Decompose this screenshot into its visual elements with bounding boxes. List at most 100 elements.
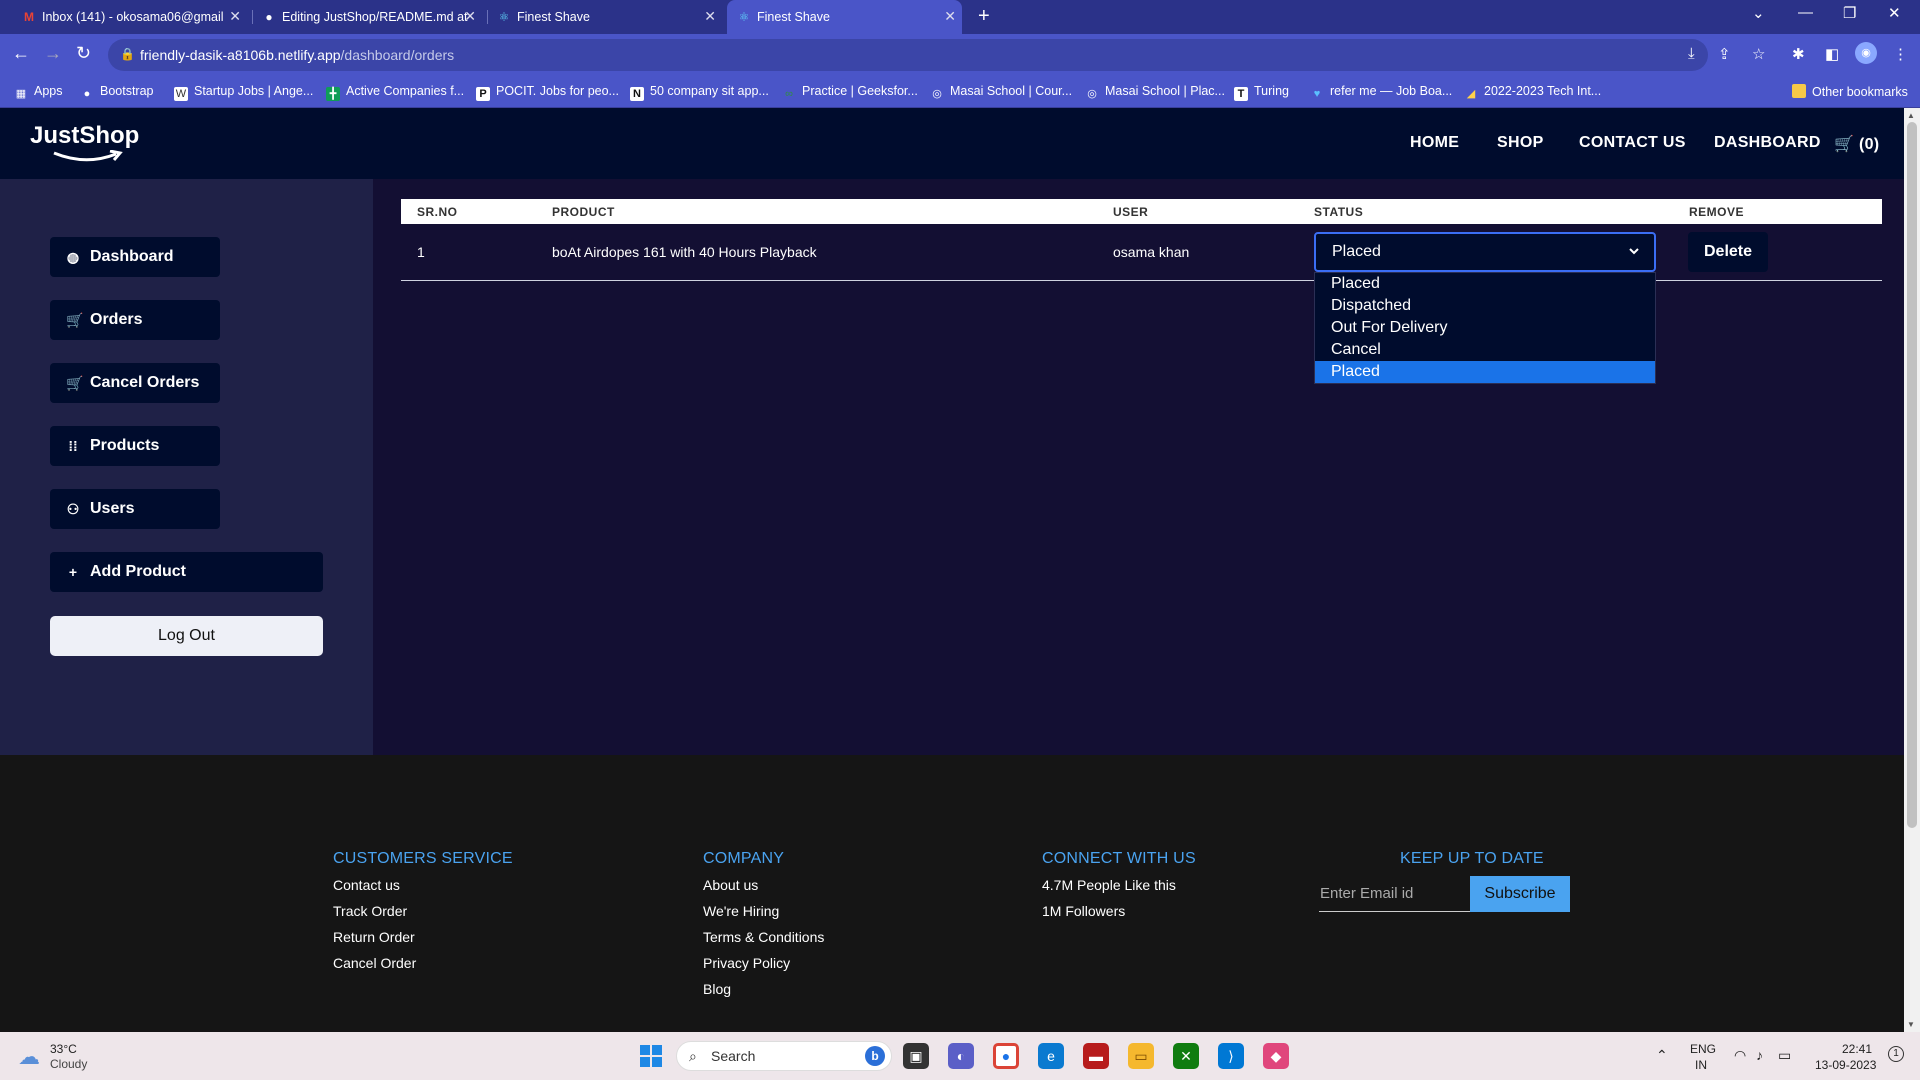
subscribe-button[interactable]: Subscribe [1470, 876, 1570, 912]
bing-icon[interactable]: b [865, 1046, 885, 1066]
bookmark-startup-jobs[interactable]: W Startup Jobs | Ange... [174, 84, 313, 101]
close-tab-icon[interactable]: ✕ [704, 8, 716, 25]
xbox-icon[interactable]: ✕ [1173, 1043, 1199, 1069]
forward-arrow-icon[interactable]: → [44, 43, 62, 64]
tab-github-readme[interactable]: ● Editing JustShop/README.md at ✕ [262, 0, 482, 34]
minimize-icon[interactable]: — [1798, 4, 1813, 21]
language-eng[interactable]: ENG [1690, 1042, 1716, 1056]
notification-badge[interactable]: 1 [1888, 1046, 1904, 1062]
bookmark-bootstrap[interactable]: ● Bootstrap [80, 84, 154, 101]
volume-icon[interactable]: ♪ [1756, 1047, 1763, 1063]
sidebar-item-label: Products [90, 437, 160, 454]
bookmark-tech-internships[interactable]: ◢ 2022-2023 Tech Int... [1464, 84, 1601, 101]
reload-icon[interactable]: ↻ [76, 43, 91, 64]
restore-icon[interactable]: ❐ [1843, 4, 1856, 22]
back-arrow-icon[interactable]: ← [12, 43, 30, 64]
close-window-icon[interactable]: ✕ [1888, 4, 1901, 22]
cloud-weather-icon[interactable]: ☁ [18, 1044, 40, 1070]
bookmark-apps[interactable]: ▦ Apps [14, 84, 63, 101]
bookmark-refer-me[interactable]: ♥ refer me — Job Boa... [1310, 84, 1453, 101]
status-option-cancel[interactable]: Cancel [1315, 339, 1655, 361]
footer-link-about-us[interactable]: About us [703, 877, 758, 893]
status-option-out-for-delivery[interactable]: Out For Delivery [1315, 317, 1655, 339]
bookmark-masai-courses[interactable]: ◎ Masai School | Cour... [930, 84, 1072, 101]
footer-link-track-order[interactable]: Track Order [333, 903, 407, 919]
nav-cart[interactable]: 🛒 (0) [1834, 134, 1879, 154]
delete-order-button[interactable]: Delete [1688, 232, 1768, 272]
bookmark-pocit[interactable]: P POCIT. Jobs for peo... [476, 84, 619, 101]
weather-description[interactable]: Cloudy [50, 1057, 87, 1071]
footer-link-terms[interactable]: Terms & Conditions [703, 929, 824, 945]
footer-link-privacy[interactable]: Privacy Policy [703, 955, 790, 971]
close-tab-icon[interactable]: ✕ [464, 8, 476, 25]
newsletter-email-input[interactable]: Enter Email id [1319, 876, 1470, 912]
clock-time[interactable]: 22:41 [1842, 1042, 1872, 1056]
file-explorer-icon[interactable]: ▭ [1128, 1043, 1154, 1069]
bookmark-geeksforgeeks[interactable]: ∞ Practice | Geeksfor... [782, 84, 918, 101]
app-red-icon[interactable]: ▬ [1083, 1043, 1109, 1069]
sidebar-item-cancel-orders[interactable]: 🛒 Cancel Orders [50, 363, 220, 403]
clock-date[interactable]: 13-09-2023 [1815, 1058, 1876, 1072]
bookmark-masai-placement[interactable]: ◎ Masai School | Plac... [1085, 84, 1225, 101]
scroll-up-arrow-icon[interactable]: ▲ [1907, 111, 1915, 120]
side-panel-icon[interactable]: ◧ [1825, 45, 1839, 63]
bookmark-active-companies[interactable]: ╋ Active Companies f... [326, 84, 464, 101]
footer-link-hiring[interactable]: We're Hiring [703, 903, 779, 919]
bookmark-label: Bootstrap [100, 84, 154, 98]
extensions-puzzle-icon[interactable]: ✱ [1792, 45, 1805, 63]
teams-chat-icon[interactable]: ◐ [948, 1043, 974, 1069]
weather-temperature[interactable]: 33°C [50, 1042, 77, 1056]
sidebar-item-users[interactable]: ⚇ Users [50, 489, 220, 529]
site-footer [0, 755, 1904, 1032]
tab-search-chevron-icon[interactable]: ⌄ [1752, 4, 1765, 22]
status-option-placed[interactable]: Placed [1315, 273, 1655, 295]
bookmark-50-company[interactable]: N 50 company sit app... [630, 84, 769, 101]
new-tab-icon[interactable]: + [978, 5, 990, 28]
edge-icon[interactable]: e [1038, 1043, 1064, 1069]
sidebar-item-orders[interactable]: 🛒 Orders [50, 300, 220, 340]
sidebar-item-add-product[interactable]: + Add Product [50, 552, 323, 592]
status-select[interactable]: Placed [1314, 232, 1656, 272]
bookmark-star-icon[interactable]: ☆ [1752, 45, 1765, 63]
nav-shop[interactable]: SHOP [1497, 134, 1544, 152]
footer-link-blog[interactable]: Blog [703, 981, 731, 997]
nav-contact[interactable]: CONTACT US [1579, 134, 1686, 152]
bookmark-turing[interactable]: T Turing [1234, 84, 1289, 101]
lock-icon: 🔒 [120, 47, 135, 61]
bookmark-other[interactable]: Other bookmarks [1792, 84, 1908, 99]
kebab-menu-icon[interactable]: ⋮ [1893, 45, 1908, 63]
site-logo[interactable]: JustShop [30, 122, 139, 150]
tab-gmail[interactable]: M Inbox (141) - okosama06@gmail ✕ [22, 0, 247, 34]
nav-dashboard[interactable]: DASHBOARD [1714, 134, 1821, 152]
logout-button[interactable]: Log Out [50, 616, 323, 656]
wifi-icon[interactable]: ◠ [1734, 1047, 1746, 1064]
sidebar-item-dashboard[interactable]: ◍ Dashboard [50, 237, 220, 277]
task-view-icon[interactable]: ▣ [903, 1043, 929, 1069]
chrome-icon[interactable]: ● [993, 1043, 1019, 1069]
share-icon[interactable]: ⇪ [1718, 45, 1731, 63]
taskbar-search[interactable]: ⌕ Search b [676, 1041, 892, 1071]
language-in[interactable]: IN [1695, 1058, 1707, 1072]
status-option-dispatched[interactable]: Dispatched [1315, 295, 1655, 317]
close-tab-icon[interactable]: ✕ [944, 8, 956, 25]
status-option-placed-selected[interactable]: Placed [1315, 361, 1655, 383]
tray-overflow-chevron-icon[interactable]: ⌃ [1656, 1047, 1668, 1064]
windows-start-icon[interactable] [640, 1045, 662, 1067]
battery-icon[interactable]: ▭ [1778, 1047, 1791, 1064]
footer-link-contact-us[interactable]: Contact us [333, 877, 400, 893]
figma-icon[interactable]: ◆ [1263, 1043, 1289, 1069]
sidebar-item-products[interactable]: ⁞⁞ Products [50, 426, 220, 466]
footer-link-return-order[interactable]: Return Order [333, 929, 415, 945]
close-tab-icon[interactable]: ✕ [229, 8, 241, 25]
url-omnibox[interactable]: 🔒 friendly-dasik-a8106b.netlify.app/dash… [108, 39, 1708, 71]
scroll-down-arrow-icon[interactable]: ▼ [1907, 1020, 1915, 1029]
footer-link-cancel-order[interactable]: Cancel Order [333, 955, 416, 971]
tab-finest-shave-active[interactable]: ⚛ Finest Shave ✕ [727, 0, 962, 34]
scrollbar-thumb[interactable] [1907, 122, 1917, 828]
vscode-icon[interactable]: ⟩ [1218, 1043, 1244, 1069]
tab-finest-shave-1[interactable]: ⚛ Finest Shave ✕ [497, 0, 722, 34]
nav-home[interactable]: HOME [1410, 134, 1459, 152]
apps-grid-icon: ▦ [15, 88, 27, 100]
profile-avatar-icon[interactable]: ◉ [1855, 42, 1877, 64]
install-app-icon[interactable]: ⤓ [1688, 45, 1695, 62]
